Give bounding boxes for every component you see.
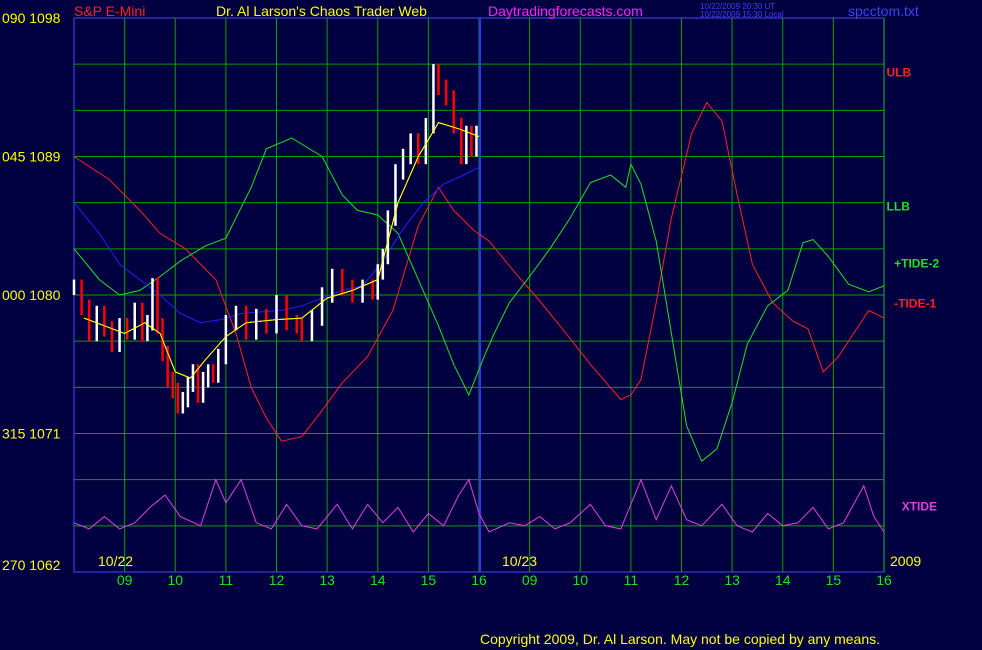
x-tick-label: 10 <box>572 572 588 588</box>
timestamp-local: 10/22/2009 15:30 Local <box>700 10 784 19</box>
site-label: Daytradingforecasts.com <box>488 3 643 19</box>
chart-title: Dr. Al Larson's Chaos Trader Web <box>216 3 427 19</box>
x-tick-label: 15 <box>421 572 437 588</box>
instrument-title: S&P E-Mini <box>74 3 145 19</box>
y-tick-label: 315 1071 <box>2 426 61 442</box>
line-label: XTIDE <box>902 499 937 513</box>
x-tick-label: 14 <box>775 572 791 588</box>
x-tick-label: 12 <box>269 572 285 588</box>
x-tick-label: 09 <box>522 572 538 588</box>
x-tick-label: 14 <box>370 572 386 588</box>
grid <box>73 17 885 573</box>
x-tick-label: 10 <box>167 572 183 588</box>
x-tick-label: 16 <box>876 572 892 588</box>
x-tick-label: 09 <box>117 572 133 588</box>
chart: 090 1098 045 1089 000 1080 315 1071 270 1062… <box>2 2 939 647</box>
x-tick-label: 11 <box>624 572 639 588</box>
y-tick-label: 045 1089 <box>2 149 61 165</box>
x-tick-label: 13 <box>319 572 335 588</box>
copyright: Copyright 2009, Dr. Al Larson. May not b… <box>480 631 880 647</box>
year-label: 2009 <box>890 553 921 569</box>
date-label: 10/22 <box>98 553 133 569</box>
x-tick-label: 12 <box>674 572 690 588</box>
x-tick-label: 15 <box>826 572 842 588</box>
y-tick-label: 270 1062 <box>2 557 61 573</box>
x-tick-label: 11 <box>219 572 234 588</box>
x-tick-label: 13 <box>724 572 740 588</box>
x-tick-label: 16 <box>471 572 487 588</box>
y-tick-label: 090 1098 <box>2 10 61 26</box>
line-label: ULB <box>887 65 912 79</box>
file-label: spcctom.txt <box>848 3 919 19</box>
labels-layer: 090 1098 045 1089 000 1080 315 1071 270 1062… <box>2 10 939 588</box>
y-tick-label: 000 1080 <box>2 287 61 303</box>
line-label: -TIDE-1 <box>894 296 936 310</box>
date-label: 10/23 <box>502 553 537 569</box>
line-label: LLB <box>887 199 911 213</box>
line-label: +TIDE-2 <box>894 256 939 270</box>
